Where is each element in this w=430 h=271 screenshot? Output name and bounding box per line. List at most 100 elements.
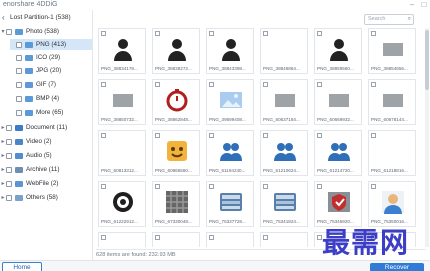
file-thumbnail[interactable] — [206, 232, 254, 247]
breadcrumb[interactable]: ‹ Lost Partition-1 (538) — [2, 11, 71, 23]
home-button[interactable]: Home — [2, 262, 42, 271]
tree-item-audio[interactable]: ▸ Audio (5) — [0, 150, 51, 161]
file-checkbox[interactable] — [371, 31, 376, 36]
file-checkbox[interactable] — [371, 184, 376, 189]
file-checkbox[interactable] — [101, 184, 106, 189]
file-checkbox[interactable] — [101, 31, 106, 36]
file-thumbnail[interactable] — [260, 232, 308, 247]
checkbox[interactable] — [6, 180, 12, 187]
file-checkbox[interactable] — [263, 184, 268, 189]
tree-label: BMP — [36, 95, 50, 102]
checkbox[interactable] — [16, 67, 22, 74]
file-checkbox[interactable] — [317, 82, 322, 87]
back-arrow-icon[interactable]: ‹ — [2, 13, 10, 22]
file-thumbnail[interactable]: PNG_38834178... — [98, 28, 146, 74]
file-thumbnail[interactable] — [368, 232, 416, 247]
checkbox[interactable] — [6, 28, 12, 35]
file-checkbox[interactable] — [209, 184, 214, 189]
file-thumbnail[interactable]: PNG_38838272... — [152, 28, 200, 74]
folder-icon — [25, 81, 33, 88]
tree-count: (20) — [50, 67, 62, 74]
file-thumbnail[interactable]: PNG_38862848... — [152, 79, 200, 125]
file-thumbnail[interactable]: PNG_38846864... — [260, 28, 308, 74]
file-thumbnail[interactable]: PNG_75345920... — [314, 181, 362, 227]
file-checkbox[interactable] — [155, 82, 160, 87]
file-checkbox[interactable] — [317, 235, 322, 240]
file-checkbox[interactable] — [263, 82, 268, 87]
checkbox[interactable] — [6, 152, 12, 159]
file-checkbox[interactable] — [209, 133, 214, 138]
checkbox[interactable] — [6, 138, 12, 145]
file-thumbnail[interactable]: PNG_75341824... — [260, 181, 308, 227]
recover-button[interactable]: Recover — [370, 263, 424, 271]
file-checkbox[interactable] — [317, 31, 322, 36]
file-checkbox[interactable] — [371, 235, 376, 240]
file-checkbox[interactable] — [155, 184, 160, 189]
file-thumbnail[interactable]: PNG_38850732... — [98, 79, 146, 125]
file-checkbox[interactable] — [101, 133, 106, 138]
tree-item-more[interactable]: More (65) — [10, 107, 63, 118]
checkbox[interactable] — [16, 41, 22, 48]
checkbox[interactable] — [16, 109, 22, 116]
tree-item-png[interactable]: PNG (413) — [10, 39, 92, 50]
file-checkbox[interactable] — [317, 133, 322, 138]
file-thumbnail[interactable]: PNG_61214720... — [314, 130, 362, 176]
file-thumbnail[interactable]: PNG_61218816... — [368, 130, 416, 176]
tree-item-ico[interactable]: ICO (29) — [10, 52, 60, 63]
file-thumbnail[interactable]: PNG_38854656... — [368, 28, 416, 74]
tree-item-jpg[interactable]: JPG (20) — [10, 65, 61, 76]
checkbox[interactable] — [6, 194, 12, 201]
file-checkbox[interactable] — [263, 133, 268, 138]
checkbox[interactable] — [6, 124, 12, 131]
file-thumbnail[interactable]: PNG_67330048... — [152, 181, 200, 227]
file-thumbnail[interactable]: PNG_61194240... — [206, 130, 254, 176]
file-checkbox[interactable] — [317, 184, 322, 189]
checkbox[interactable] — [6, 166, 12, 173]
file-checkbox[interactable] — [209, 235, 214, 240]
tree-item-video[interactable]: ▸ Video (2) — [0, 136, 51, 147]
tree-item-archive[interactable]: ▸ Archive (11) — [0, 164, 59, 175]
file-thumbnail[interactable]: PNG_38859560... — [314, 28, 362, 74]
file-checkbox[interactable] — [263, 235, 268, 240]
file-checkbox[interactable] — [209, 31, 214, 36]
checkbox[interactable] — [16, 95, 22, 102]
tree-item-bmp[interactable]: BMP (4) — [10, 93, 59, 104]
file-checkbox[interactable] — [263, 31, 268, 36]
search-input[interactable]: Search ⌕ — [364, 14, 414, 25]
file-thumbnail[interactable]: PNG_61210624... — [260, 130, 308, 176]
file-thumbnail[interactable]: PNG_60669932... — [314, 79, 362, 125]
file-checkbox[interactable] — [101, 235, 106, 240]
file-checkbox[interactable] — [155, 31, 160, 36]
tree-item-gif[interactable]: GIF (7) — [10, 79, 56, 90]
file-thumbnail[interactable] — [152, 232, 200, 247]
file-thumbnail[interactable] — [314, 232, 362, 247]
scrollbar[interactable] — [425, 28, 429, 247]
file-checkbox[interactable] — [155, 235, 160, 240]
file-thumbnail[interactable]: PNG_38843398... — [206, 28, 254, 74]
file-thumbnail[interactable]: PNG_75350016... — [368, 181, 416, 227]
file-checkbox[interactable] — [371, 82, 376, 87]
minimize-icon[interactable]: – — [408, 1, 416, 9]
file-thumbnail[interactable]: PNG_60637184... — [260, 79, 308, 125]
scrollbar-thumb[interactable] — [425, 30, 429, 90]
tree-item-webfile[interactable]: ▸ WebFile (2) — [0, 178, 58, 189]
file-thumbnail[interactable]: PNG_75337728... — [206, 181, 254, 227]
file-checkbox[interactable] — [155, 133, 160, 138]
file-thumbnail[interactable]: PNG_60678144... — [368, 79, 416, 125]
search-icon[interactable]: ⌕ — [408, 15, 411, 24]
file-thumbnail[interactable]: PNG_60813312... — [98, 130, 146, 176]
file-checkbox[interactable] — [101, 82, 106, 87]
file-checkbox[interactable] — [371, 133, 376, 138]
tree-item-photo[interactable]: ▾ Photo (538) — [0, 26, 58, 37]
file-thumbnail[interactable]: PNG_39599408... — [206, 79, 254, 125]
maximize-icon[interactable]: □ — [420, 1, 428, 9]
checkbox[interactable] — [16, 54, 22, 61]
tree-item-document[interactable]: ▸ Document (11) — [0, 122, 67, 133]
file-thumbnail[interactable]: PNG_61222912... — [98, 181, 146, 227]
file-thumbnail[interactable]: PNG_60966560... — [152, 130, 200, 176]
file-checkbox[interactable] — [209, 82, 214, 87]
app-window: enorshare 4DDiG – □ ‹ Lost Partition-1 (… — [0, 0, 430, 271]
tree-item-others[interactable]: ▸ Others (58) — [0, 192, 57, 203]
file-thumbnail[interactable] — [98, 232, 146, 247]
checkbox[interactable] — [16, 81, 22, 88]
